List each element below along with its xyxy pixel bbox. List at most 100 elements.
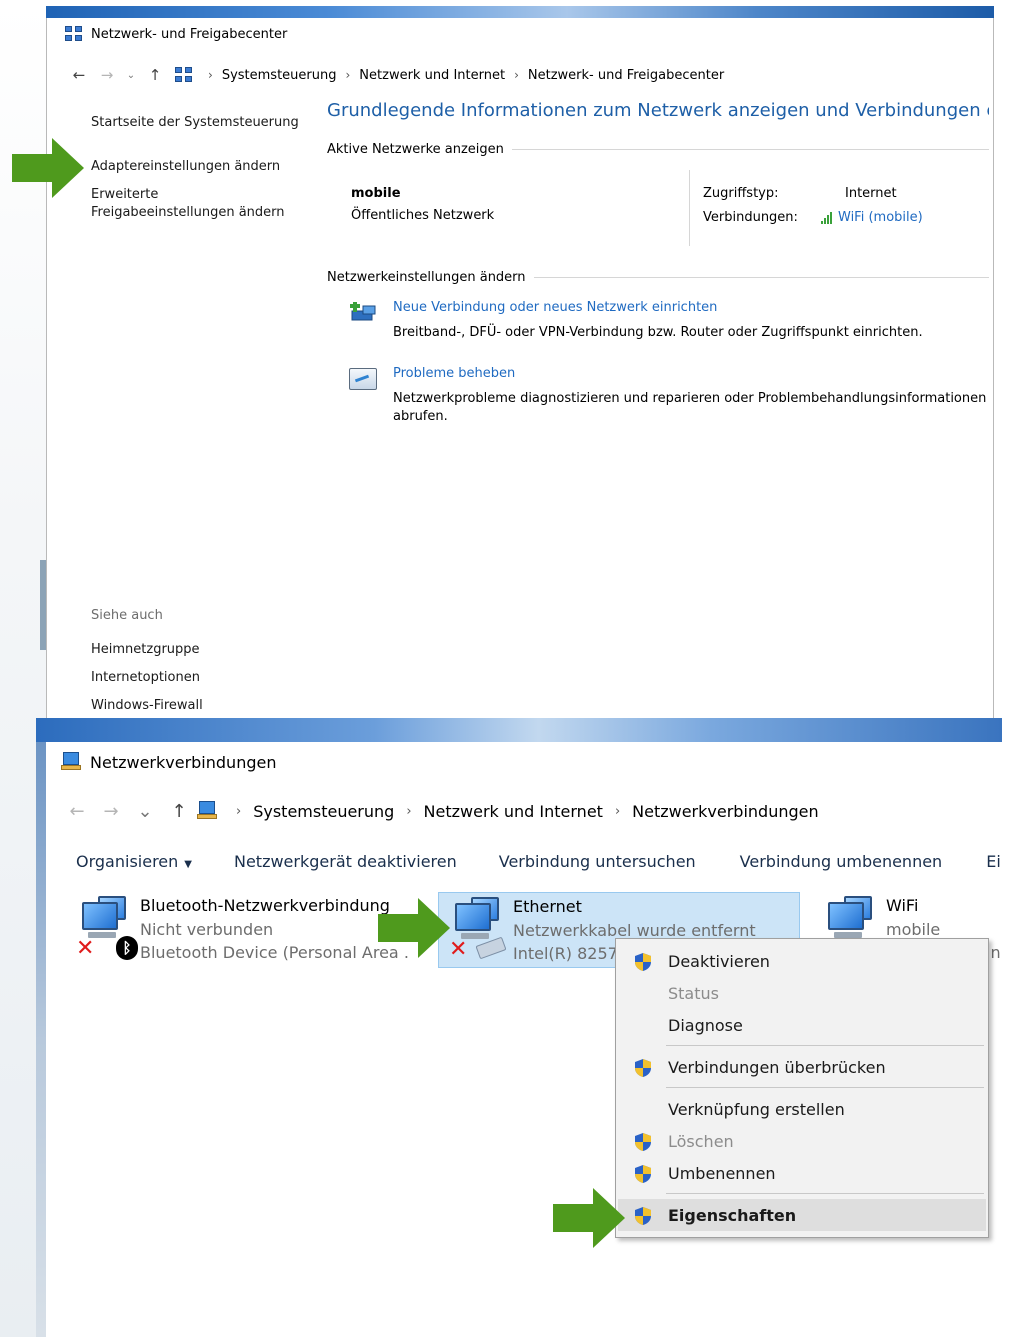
green-arrow-adapter-settings-icon [12, 138, 86, 198]
command-bar: Organisieren ▼ Netzwerkgerät deaktivieren… [46, 846, 1002, 876]
context-menu: Deaktivieren Status Diagnose Verbindunge… [615, 938, 989, 1238]
green-arrow-ethernet-icon [378, 898, 452, 958]
menu-item-label: Löschen [668, 1131, 734, 1151]
forward-arrow-icon[interactable]: → [93, 66, 121, 84]
sidebar-link-control-panel-home[interactable]: Startseite der Systemsteuerung [91, 114, 299, 132]
menu-item-label: Eigenschaften [668, 1205, 797, 1225]
breadcrumb-item[interactable]: Systemsteuerung [253, 802, 394, 821]
window-title: Netzwerk- und Freigabecenter [91, 26, 288, 42]
new-connection-link[interactable]: Neue Verbindung oder neues Netzwerk einr… [393, 300, 717, 315]
adapter-name: WiFi [886, 896, 919, 915]
breadcrumb-separator-icon: › [345, 68, 351, 82]
settings-button[interactable]: Einste [986, 852, 1002, 871]
uac-shield-icon [635, 1165, 651, 1183]
see-also-heading: Siehe auch [91, 608, 163, 623]
sidebar-link-advanced-line1: Erweiterte [91, 187, 159, 202]
green-arrow-properties-icon [553, 1188, 627, 1248]
recent-locations-chevron-icon[interactable]: ⌄ [128, 801, 162, 822]
adapter-name: Bluetooth-Netzwerkverbindung [140, 896, 390, 915]
menu-item-bridge[interactable]: Verbindungen überbrücken [618, 1051, 986, 1083]
sidebar-link-adapter-settings[interactable]: Adaptereinstellungen ändern [91, 158, 280, 176]
menu-item-status[interactable]: Status [618, 977, 986, 1009]
connections-label: Verbindungen: [703, 210, 798, 225]
menu-item-label: Diagnose [668, 1015, 743, 1035]
network-sharing-center-window: Netzwerk- und Freigabecenter ← → ⌄ ↑ › S… [46, 18, 994, 718]
address-bar: ← → ⌄ ↑ › Systemsteuerung › Netzwerk und… [65, 64, 989, 86]
sidebar-link-advanced-line2: Freigabeeinstellungen ändern [91, 205, 285, 220]
network-name: mobile [351, 186, 401, 201]
organize-label: Organisieren [76, 851, 179, 871]
see-also-link-homegroup[interactable]: Heimnetzgruppe [91, 636, 203, 664]
troubleshoot-icon [349, 368, 377, 390]
breadcrumb-item[interactable]: Netzwerk und Internet [424, 802, 603, 821]
adapter-bluetooth[interactable]: ✕ ᛒ Bluetooth-Netzwerkverbindung Nicht v… [66, 892, 426, 968]
menu-item-label: Umbenennen [668, 1163, 776, 1183]
menu-item-diagnose[interactable]: Diagnose [618, 1009, 986, 1041]
see-also-link-internet-options[interactable]: Internetoptionen [91, 664, 203, 692]
section-heading: Aktive Netzwerke anzeigen [327, 142, 504, 157]
window-title-bar: Netzwerk- und Freigabecenter [65, 26, 287, 42]
breadcrumb-item[interactable]: Systemsteuerung [222, 68, 337, 83]
diagnose-connection-button[interactable]: Verbindung untersuchen [499, 852, 696, 871]
menu-item-label: Verbindungen überbrücken [668, 1057, 886, 1077]
up-arrow-icon[interactable]: ↑ [141, 66, 169, 84]
back-arrow-icon[interactable]: ← [60, 801, 94, 822]
sidebar-link-advanced-sharing[interactable]: Erweiterte Freigabeeinstellungen ändern [91, 186, 301, 222]
breadcrumb-separator-icon: › [236, 803, 242, 819]
see-also-links: Heimnetzgruppe Internetoptionen Windows-… [91, 636, 203, 720]
location-network-icon [196, 801, 218, 821]
wifi-signal-icon [821, 211, 832, 224]
desktop-background-top [46, 6, 994, 18]
task-new-connection: Neue Verbindung oder neues Netzwerk einr… [349, 300, 989, 350]
menu-item-deactivate[interactable]: Deaktivieren [618, 945, 986, 977]
rename-connection-button[interactable]: Verbindung umbenennen [740, 852, 943, 871]
network-connections-icon [60, 752, 82, 772]
menu-item-label: Verknüpfung erstellen [668, 1099, 845, 1119]
breadcrumb-item[interactable]: Netzwerkverbindungen [632, 802, 818, 821]
connection-wifi-link[interactable]: WiFi (mobile) [821, 210, 923, 225]
adapter-device: Bluetooth Device (Personal Area ... [140, 943, 410, 962]
adapter-device: Intel(R) 8257 [513, 944, 618, 963]
recent-locations-chevron-icon[interactable]: ⌄ [121, 70, 141, 81]
network-type: Öffentliches Netzwerk [351, 208, 495, 223]
adapter-name: Ethernet [513, 897, 582, 916]
menu-item-create-shortcut[interactable]: Verknüpfung erstellen [618, 1093, 986, 1125]
breadcrumb-separator-icon: › [208, 68, 213, 82]
organize-button[interactable]: Organisieren ▼ [76, 852, 192, 871]
main-content: Grundlegende Informationen zum Netzwerk … [327, 100, 989, 424]
back-arrow-icon[interactable]: ← [65, 66, 93, 84]
menu-separator [666, 1193, 984, 1194]
section-divider [511, 149, 989, 150]
window-title: Netzwerkverbindungen [90, 752, 277, 772]
uac-shield-icon [635, 1133, 651, 1151]
menu-separator [666, 1087, 984, 1088]
troubleshoot-link[interactable]: Probleme beheben [393, 366, 515, 381]
network-center-icon [65, 26, 83, 42]
forward-arrow-icon[interactable]: → [94, 801, 128, 822]
breadcrumb-item[interactable]: Netzwerk und Internet [359, 68, 505, 83]
active-networks-section: Aktive Netzwerke anzeigen [327, 142, 989, 157]
menu-item-rename[interactable]: Umbenennen [618, 1157, 986, 1189]
menu-item-properties[interactable]: Eigenschaften [618, 1199, 986, 1231]
window-title-bar: Netzwerkverbindungen [60, 752, 276, 772]
uac-shield-icon [635, 953, 651, 971]
menu-item-delete[interactable]: Löschen [618, 1125, 986, 1157]
menu-separator [666, 1045, 984, 1046]
see-also-link-firewall[interactable]: Windows-Firewall [91, 692, 203, 720]
breadcrumb-separator-icon: › [514, 68, 519, 82]
menu-item-label: Deaktivieren [668, 951, 770, 971]
change-settings-section: Netzwerkeinstellungen ändern [327, 270, 989, 285]
task-troubleshoot: Probleme beheben Netzwerkprobleme diagno… [349, 366, 989, 430]
connection-wifi-label: WiFi (mobile) [838, 210, 923, 225]
network-connections-window: Netzwerkverbindungen ← → ⌄ ↑ › Systemste… [46, 742, 1002, 1337]
network-adapter-icon: ✕ [449, 897, 507, 961]
up-arrow-icon[interactable]: ↑ [162, 801, 196, 822]
disable-device-button[interactable]: Netzwerkgerät deaktivieren [234, 852, 457, 871]
menu-item-label: Status [668, 983, 719, 1003]
address-bar: ← → ⌄ ↑ › Systemsteuerung › Netzwerk und… [60, 798, 1002, 824]
access-type-value: Internet [845, 186, 897, 201]
troubleshoot-description: Netzwerkprobleme diagnostizieren und rep… [393, 391, 987, 424]
breadcrumb-item[interactable]: Netzwerk- und Freigabecenter [528, 68, 724, 83]
network-adapter-icon: ✕ ᛒ [76, 896, 138, 960]
breadcrumb-separator-icon: › [406, 803, 412, 819]
